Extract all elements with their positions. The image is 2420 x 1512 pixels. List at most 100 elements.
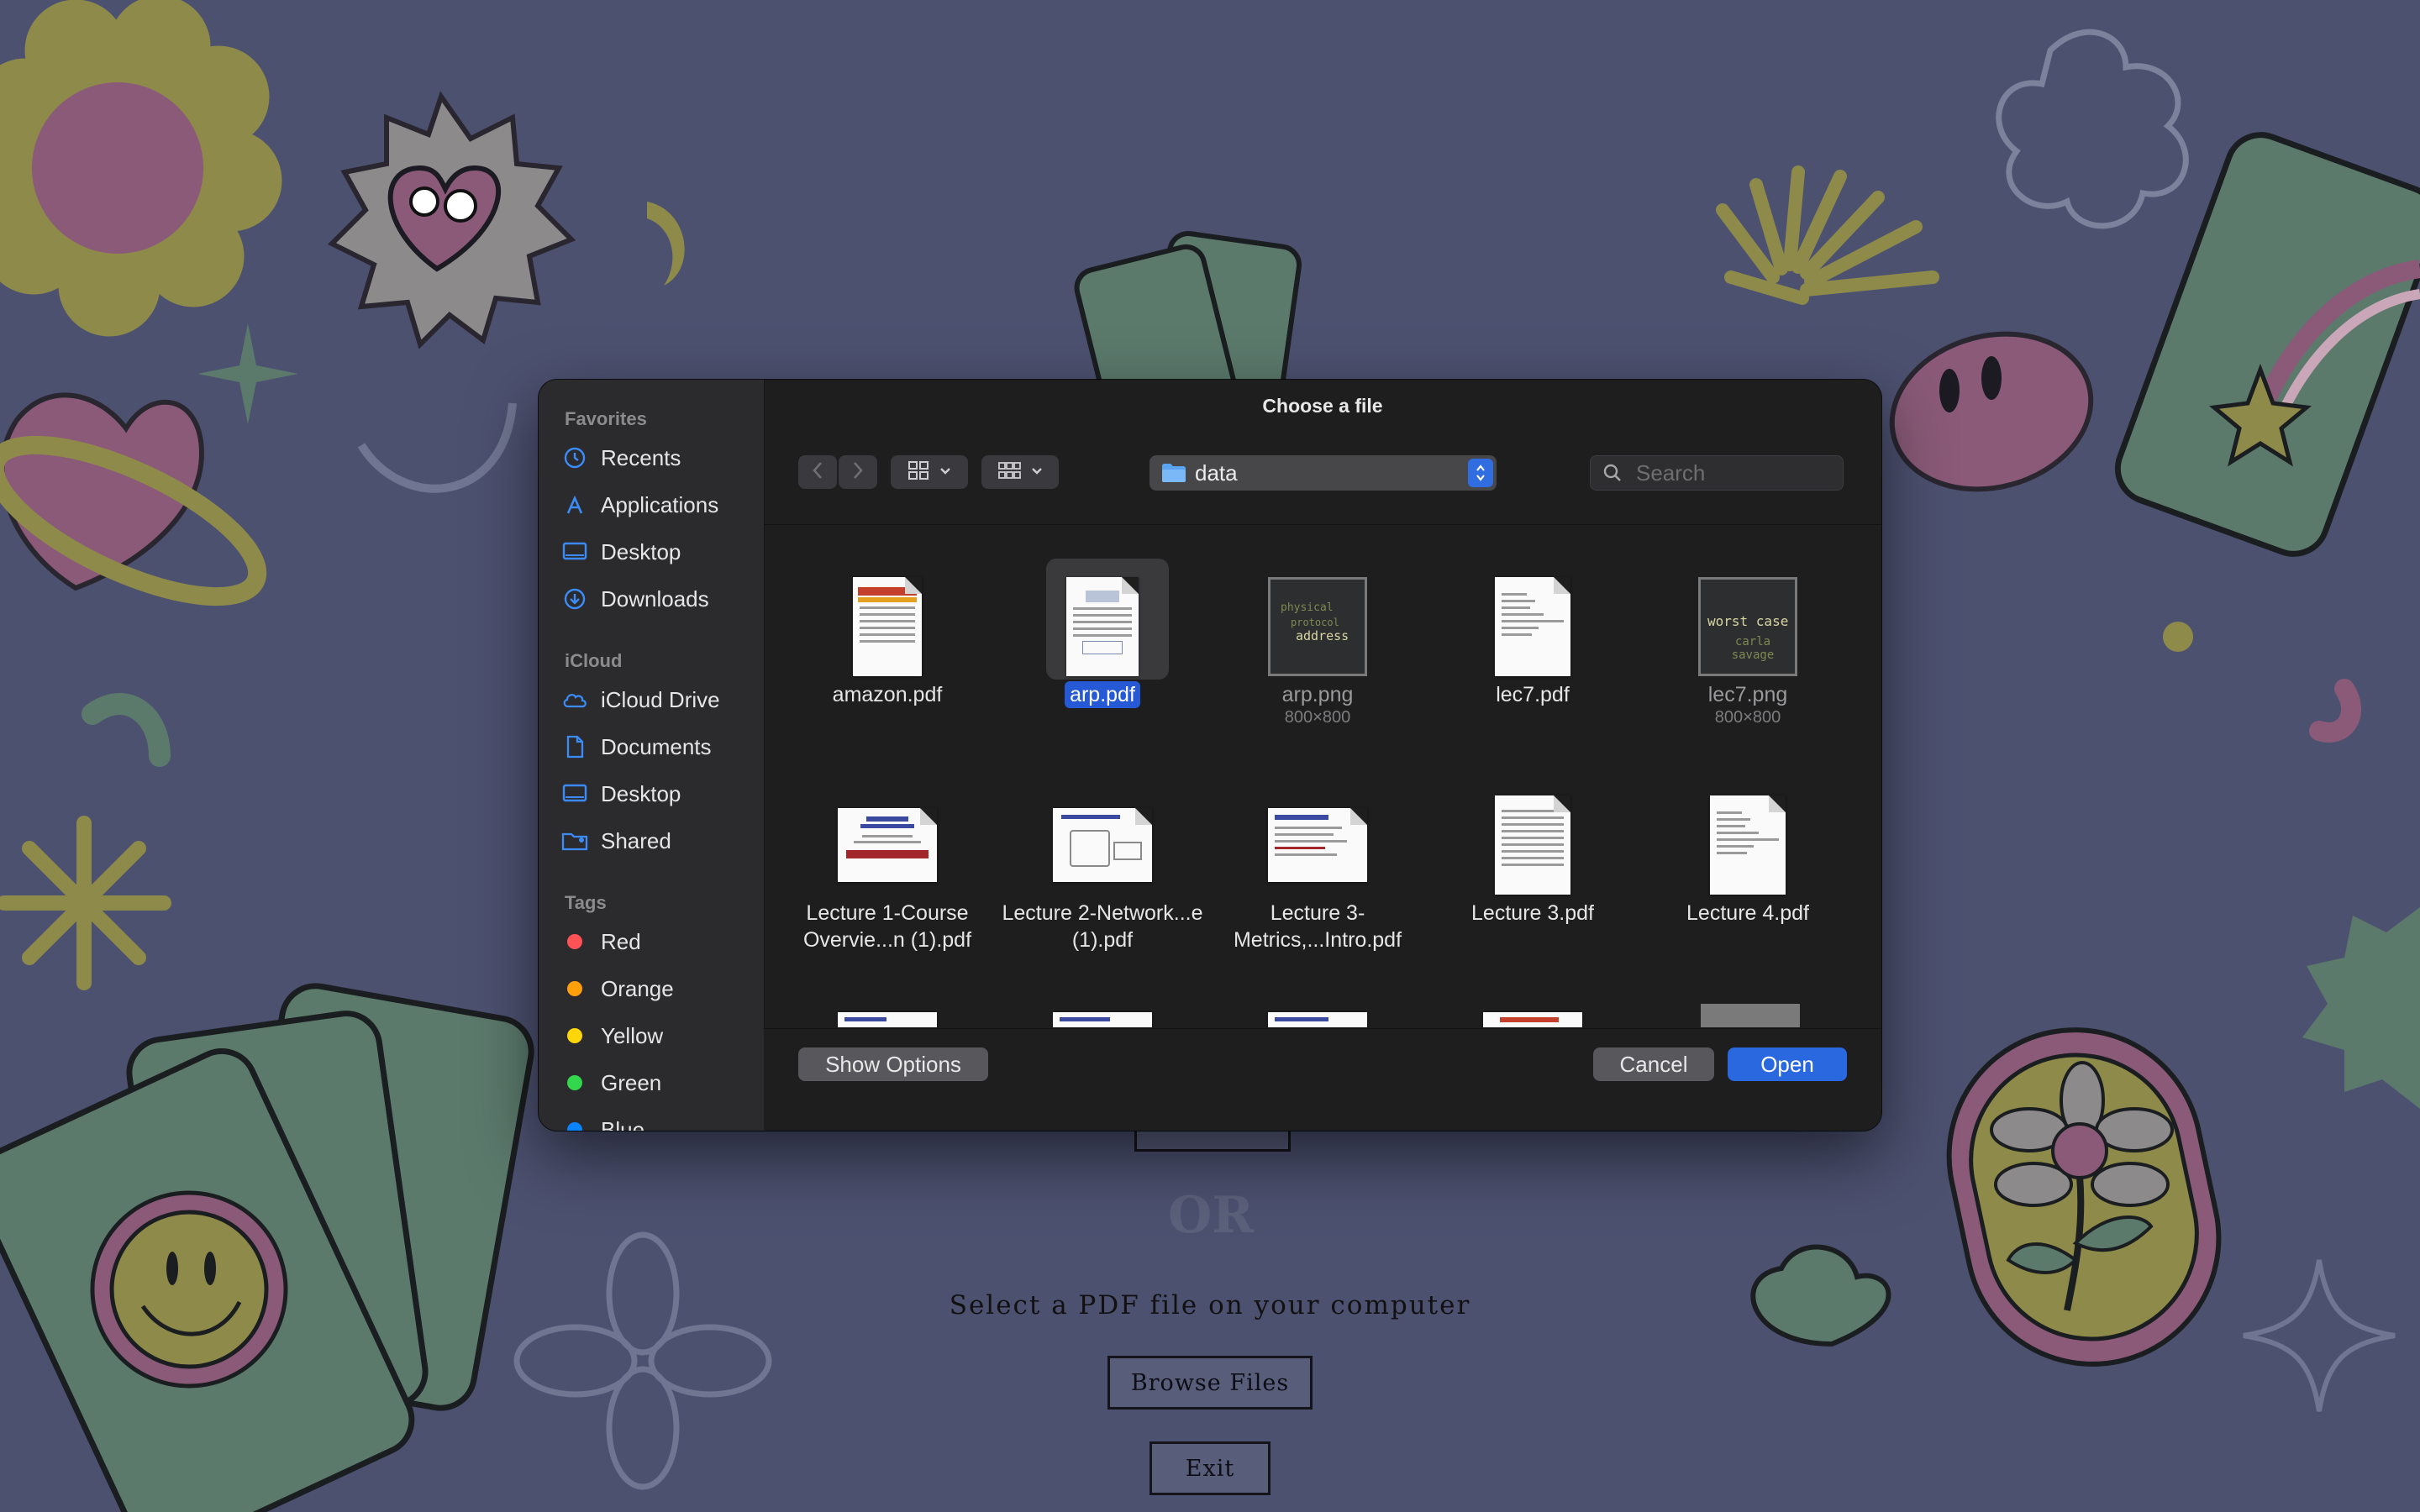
sidebar-tag-red[interactable]: Red — [560, 922, 754, 961]
file-name: amazon.pdf — [832, 683, 943, 706]
file-thumbnail — [1428, 564, 1638, 690]
view-mode-button[interactable] — [891, 455, 968, 489]
sidebar-section-icloud: iCloud — [565, 650, 623, 671]
file-thumbnail: physical protocol address — [1213, 564, 1423, 690]
exit-button[interactable]: Exit — [1150, 1441, 1270, 1495]
dialog-sidebar: Favorites Recents Applications Desktop D… — [539, 380, 765, 1131]
sidebar-tag-blue[interactable]: Blue — [560, 1110, 754, 1131]
file-name: lec7.pdf — [1496, 683, 1570, 706]
heart-planet-sticker — [0, 392, 267, 606]
file-thumbnail-partial[interactable] — [838, 1012, 937, 1027]
tag-color-dot — [567, 934, 582, 949]
document-icon — [560, 734, 589, 759]
chevron-down-icon — [939, 465, 951, 480]
forward-button[interactable] — [839, 455, 877, 489]
sidebar-item-applications[interactable]: Applications — [560, 486, 754, 524]
sidebar-item-recents[interactable]: Recents — [560, 438, 754, 477]
sidebar-item-documents[interactable]: Documents — [560, 727, 754, 766]
flower-outline — [513, 1231, 772, 1490]
sidebar-tag-green[interactable]: Green — [560, 1063, 754, 1102]
file-name: arp.png — [1281, 683, 1354, 706]
sidebar-section-favorites: Favorites — [565, 408, 647, 429]
search-field[interactable] — [1590, 455, 1844, 491]
file-thumbnail-partial[interactable] — [1053, 1012, 1152, 1027]
file-thumbnail-partial[interactable] — [1701, 1004, 1800, 1027]
sidebar-item-label: iCloud Drive — [601, 686, 720, 712]
popup-stepper-icon — [1468, 459, 1493, 487]
file-name: Lecture 3-Metrics,...Intro.pdf — [1233, 901, 1402, 952]
sidebar-item-icloud-drive[interactable]: iCloud Drive — [560, 680, 754, 719]
file-thumbnail — [1428, 782, 1638, 908]
sidebar-item-label: Orange — [601, 975, 674, 1001]
group-view-icon — [997, 460, 1023, 485]
show-options-button[interactable]: Show Options — [798, 1047, 988, 1081]
file-name: Lecture 3.pdf — [1471, 901, 1594, 925]
chevron-down-icon — [1031, 465, 1043, 480]
sidebar-item-label: Desktop — [601, 780, 681, 806]
sidebar-item-label: Downloads — [601, 585, 709, 612]
search-input[interactable] — [1634, 459, 1839, 487]
browse-files-button[interactable]: Browse Files — [1107, 1356, 1313, 1410]
choose-file-dialog: Favorites Recents Applications Desktop D… — [539, 380, 1881, 1131]
location-popup[interactable]: data — [1150, 455, 1497, 491]
thumb-text: physical — [1281, 601, 1334, 614]
sidebar-item-label: Red — [601, 928, 641, 954]
file-thumbnail — [1213, 782, 1423, 908]
file-thumbnail — [782, 782, 992, 908]
thumb-text: address — [1296, 628, 1349, 643]
sidebar-item-label: Blue — [601, 1116, 645, 1131]
file-thumbnail-partial[interactable] — [1483, 1012, 1582, 1027]
sidebar-section-tags: Tags — [565, 892, 607, 913]
chevron-left-icon — [812, 461, 823, 484]
thumb-text: worst case — [1707, 613, 1789, 629]
file-name: arp.pdf — [997, 681, 1207, 708]
sidebar-tag-orange[interactable]: Orange — [560, 969, 754, 1008]
dialog-title: Choose a file — [1262, 395, 1383, 417]
sidebar-item-desktop[interactable]: Desktop — [560, 533, 754, 571]
sidebar-item-label: Yellow — [601, 1022, 664, 1048]
clock-icon — [560, 445, 589, 470]
selected-file-name: arp.pdf — [1065, 681, 1140, 708]
rays-sticker — [1716, 165, 1939, 305]
sidebar-item-downloads[interactable]: Downloads — [560, 580, 754, 618]
tag-color-dot — [567, 1028, 582, 1043]
sidebar-item-label: Desktop — [601, 538, 681, 564]
tag-color-dot — [567, 1075, 582, 1090]
file-dimensions: 800×800 — [1284, 708, 1351, 727]
file-thumbnail — [1643, 782, 1853, 908]
file-dimensions: 800×800 — [1714, 708, 1781, 727]
tag-color-dot — [567, 1122, 582, 1131]
sidebar-item-shared[interactable]: Shared — [560, 822, 754, 860]
tag-color-dot — [567, 981, 582, 996]
icon-view-icon — [908, 460, 929, 485]
sidebar-item-icloud-desktop[interactable]: Desktop — [560, 774, 754, 813]
file-thumbnail — [997, 564, 1207, 690]
sidebar-item-label: Documents — [601, 733, 712, 759]
thumb-text: carla savage — [1731, 635, 1775, 662]
file-name: Lecture 4.pdf — [1686, 901, 1809, 925]
file-thumbnail — [997, 782, 1207, 908]
flower-frame-sticker — [1946, 1027, 2222, 1367]
sidebar-item-label: Green — [601, 1069, 662, 1095]
downloads-icon — [560, 586, 589, 612]
cloud-icon — [560, 687, 589, 712]
applications-icon — [560, 492, 589, 517]
select-pdf-instruction: Select a PDF file on your computer — [949, 1290, 1471, 1320]
shared-folder-icon — [560, 828, 589, 853]
file-thumbnail: worst case carla savage — [1643, 564, 1853, 690]
desktop-icon — [560, 539, 589, 564]
search-icon — [1602, 463, 1623, 483]
cancel-button[interactable]: Cancel — [1593, 1047, 1714, 1081]
file-thumbnail — [782, 564, 992, 690]
location-label: data — [1195, 459, 1238, 486]
or-divider-text: OR — [1168, 1186, 1255, 1245]
thumb-text: protocol — [1291, 617, 1339, 628]
sidebar-item-label: Shared — [601, 827, 671, 853]
back-button[interactable] — [798, 455, 837, 489]
file-thumbnail-partial[interactable] — [1268, 1012, 1367, 1027]
sidebar-tag-yellow[interactable]: Yellow — [560, 1016, 754, 1055]
sidebar-item-label: Applications — [601, 491, 719, 517]
open-button[interactable]: Open — [1728, 1047, 1847, 1081]
file-name: lec7.png — [1707, 683, 1788, 706]
group-by-button[interactable] — [981, 455, 1059, 489]
